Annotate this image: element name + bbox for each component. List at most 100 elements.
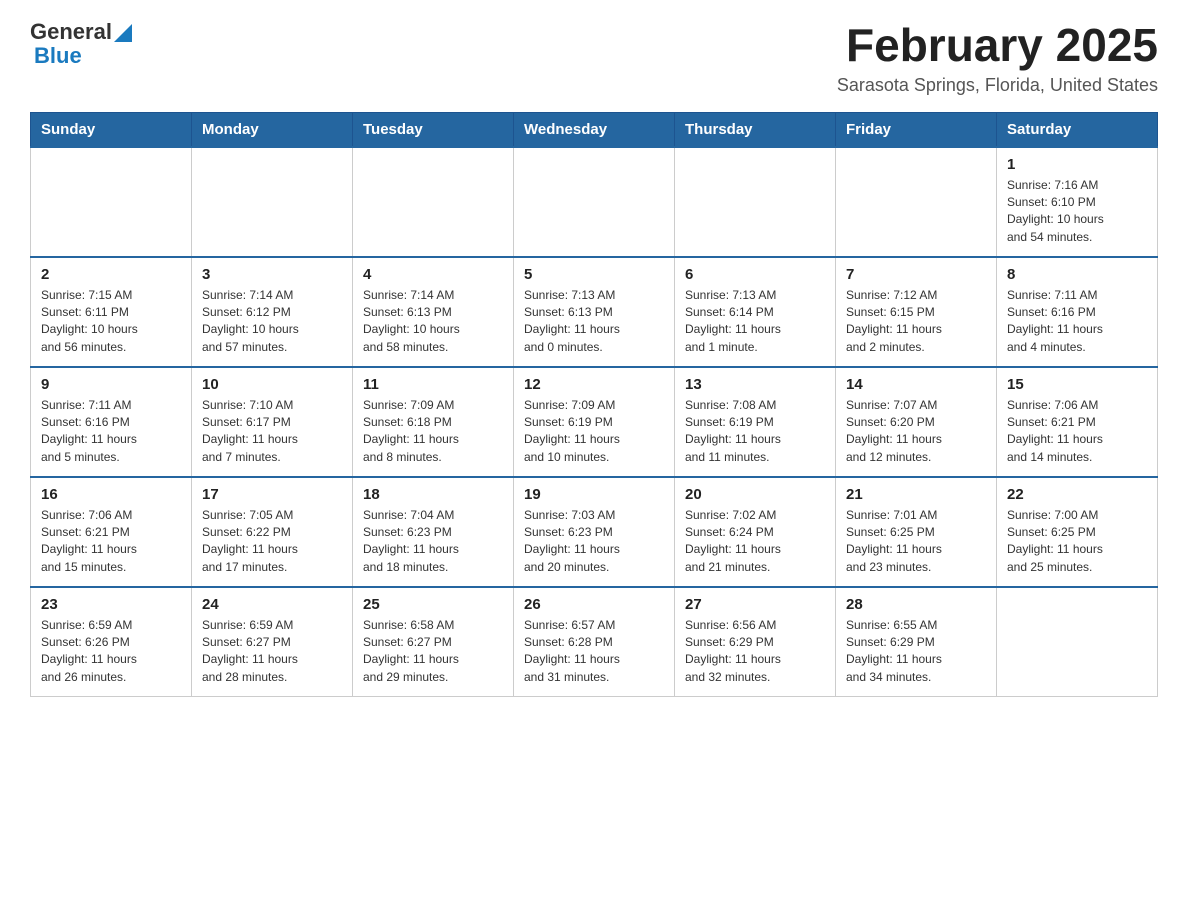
day-number: 28 xyxy=(846,596,986,613)
day-number: 9 xyxy=(41,376,181,393)
weekday-header-tuesday: Tuesday xyxy=(353,112,514,147)
logo-blue-text: Blue xyxy=(34,44,132,68)
calendar-cell: 9 Sunrise: 7:11 AM Sunset: 6:16 PM Daylig… xyxy=(31,367,192,477)
day-number: 12 xyxy=(524,376,664,393)
week-row-1: 2 Sunrise: 7:15 AM Sunset: 6:11 PM Daylig… xyxy=(31,257,1158,367)
day-info: Sunrise: 7:05 AM Sunset: 6:22 PM Dayligh… xyxy=(202,507,342,577)
calendar-cell: 25 Sunrise: 6:58 AM Sunset: 6:27 PM Dayli… xyxy=(353,587,514,697)
day-info: Sunrise: 7:12 AM Sunset: 6:15 PM Dayligh… xyxy=(846,287,986,357)
day-info: Sunrise: 7:07 AM Sunset: 6:20 PM Dayligh… xyxy=(846,397,986,467)
calendar-cell: 15 Sunrise: 7:06 AM Sunset: 6:21 PM Dayli… xyxy=(997,367,1158,477)
weekday-header-saturday: Saturday xyxy=(997,112,1158,147)
day-info: Sunrise: 6:56 AM Sunset: 6:29 PM Dayligh… xyxy=(685,617,825,687)
day-number: 4 xyxy=(363,266,503,283)
weekday-header-thursday: Thursday xyxy=(675,112,836,147)
calendar-cell: 27 Sunrise: 6:56 AM Sunset: 6:29 PM Dayli… xyxy=(675,587,836,697)
day-number: 1 xyxy=(1007,156,1147,173)
day-number: 15 xyxy=(1007,376,1147,393)
calendar-cell xyxy=(997,587,1158,697)
week-row-3: 16 Sunrise: 7:06 AM Sunset: 6:21 PM Dayli… xyxy=(31,477,1158,587)
day-info: Sunrise: 6:58 AM Sunset: 6:27 PM Dayligh… xyxy=(363,617,503,687)
calendar-cell: 7 Sunrise: 7:12 AM Sunset: 6:15 PM Daylig… xyxy=(836,257,997,367)
calendar-cell xyxy=(514,147,675,257)
calendar-cell: 4 Sunrise: 7:14 AM Sunset: 6:13 PM Daylig… xyxy=(353,257,514,367)
calendar-cell: 23Sunrise: 6:59 AM Sunset: 6:26 PM Dayli… xyxy=(31,587,192,697)
day-info: Sunrise: 7:11 AM Sunset: 6:16 PM Dayligh… xyxy=(41,397,181,467)
day-info: Sunrise: 7:06 AM Sunset: 6:21 PM Dayligh… xyxy=(1007,397,1147,467)
day-info: Sunrise: 7:08 AM Sunset: 6:19 PM Dayligh… xyxy=(685,397,825,467)
day-number: 16 xyxy=(41,486,181,503)
weekday-header-friday: Friday xyxy=(836,112,997,147)
calendar-cell: 22Sunrise: 7:00 AM Sunset: 6:25 PM Dayli… xyxy=(997,477,1158,587)
day-info: Sunrise: 7:06 AM Sunset: 6:21 PM Dayligh… xyxy=(41,507,181,577)
logo-general-text: General xyxy=(30,20,112,44)
day-info: Sunrise: 7:16 AM Sunset: 6:10 PM Dayligh… xyxy=(1007,177,1147,247)
calendar-cell: 12 Sunrise: 7:09 AM Sunset: 6:19 PM Dayli… xyxy=(514,367,675,477)
title-area: February 2025 Sarasota Springs, Florida,… xyxy=(837,20,1158,96)
day-info: Sunrise: 7:04 AM Sunset: 6:23 PM Dayligh… xyxy=(363,507,503,577)
day-info: Sunrise: 7:09 AM Sunset: 6:18 PM Dayligh… xyxy=(363,397,503,467)
calendar-cell: 17 Sunrise: 7:05 AM Sunset: 6:22 PM Dayli… xyxy=(192,477,353,587)
calendar-cell: 24 Sunrise: 6:59 AM Sunset: 6:27 PM Dayli… xyxy=(192,587,353,697)
day-number: 8 xyxy=(1007,266,1147,283)
day-number: 27 xyxy=(685,596,825,613)
day-info: Sunrise: 7:02 AM Sunset: 6:24 PM Dayligh… xyxy=(685,507,825,577)
day-number: 18 xyxy=(363,486,503,503)
weekday-header-row: SundayMondayTuesdayWednesdayThursdayFrid… xyxy=(31,112,1158,147)
day-number: 20 xyxy=(685,486,825,503)
day-number: 26 xyxy=(524,596,664,613)
day-number: 14 xyxy=(846,376,986,393)
calendar-cell xyxy=(353,147,514,257)
day-number: 25 xyxy=(363,596,503,613)
day-info: Sunrise: 7:09 AM Sunset: 6:19 PM Dayligh… xyxy=(524,397,664,467)
calendar-cell: 19 Sunrise: 7:03 AM Sunset: 6:23 PM Dayli… xyxy=(514,477,675,587)
calendar-cell: 13 Sunrise: 7:08 AM Sunset: 6:19 PM Dayli… xyxy=(675,367,836,477)
calendar-cell: 18 Sunrise: 7:04 AM Sunset: 6:23 PM Dayli… xyxy=(353,477,514,587)
calendar-cell xyxy=(675,147,836,257)
day-info: Sunrise: 7:03 AM Sunset: 6:23 PM Dayligh… xyxy=(524,507,664,577)
calendar-cell xyxy=(192,147,353,257)
day-number: 2 xyxy=(41,266,181,283)
calendar-cell: 20 Sunrise: 7:02 AM Sunset: 6:24 PM Dayli… xyxy=(675,477,836,587)
weekday-header-sunday: Sunday xyxy=(31,112,192,147)
calendar-cell: 28Sunrise: 6:55 AM Sunset: 6:29 PM Dayli… xyxy=(836,587,997,697)
day-number: 21 xyxy=(846,486,986,503)
calendar-cell: 3Sunrise: 7:14 AM Sunset: 6:12 PM Daylig… xyxy=(192,257,353,367)
day-info: Sunrise: 7:10 AM Sunset: 6:17 PM Dayligh… xyxy=(202,397,342,467)
day-info: Sunrise: 7:13 AM Sunset: 6:14 PM Dayligh… xyxy=(685,287,825,357)
day-info: Sunrise: 7:11 AM Sunset: 6:16 PM Dayligh… xyxy=(1007,287,1147,357)
calendar-cell: 6 Sunrise: 7:13 AM Sunset: 6:14 PM Daylig… xyxy=(675,257,836,367)
page-header: General Blue February 2025 Sarasota Spri… xyxy=(30,20,1158,96)
day-info: Sunrise: 7:00 AM Sunset: 6:25 PM Dayligh… xyxy=(1007,507,1147,577)
day-info: Sunrise: 7:14 AM Sunset: 6:13 PM Dayligh… xyxy=(363,287,503,357)
day-number: 19 xyxy=(524,486,664,503)
day-number: 17 xyxy=(202,486,342,503)
day-number: 10 xyxy=(202,376,342,393)
calendar-cell xyxy=(836,147,997,257)
calendar-cell: 11Sunrise: 7:09 AM Sunset: 6:18 PM Dayli… xyxy=(353,367,514,477)
day-info: Sunrise: 6:59 AM Sunset: 6:27 PM Dayligh… xyxy=(202,617,342,687)
logo-triangle-icon xyxy=(114,24,132,42)
calendar-cell: 10 Sunrise: 7:10 AM Sunset: 6:17 PM Dayli… xyxy=(192,367,353,477)
weekday-header-wednesday: Wednesday xyxy=(514,112,675,147)
calendar-cell: 8 Sunrise: 7:11 AM Sunset: 6:16 PM Daylig… xyxy=(997,257,1158,367)
calendar-cell: 2 Sunrise: 7:15 AM Sunset: 6:11 PM Daylig… xyxy=(31,257,192,367)
day-info: Sunrise: 6:57 AM Sunset: 6:28 PM Dayligh… xyxy=(524,617,664,687)
location-subtitle: Sarasota Springs, Florida, United States xyxy=(837,75,1158,96)
week-row-2: 9 Sunrise: 7:11 AM Sunset: 6:16 PM Daylig… xyxy=(31,367,1158,477)
calendar-cell xyxy=(31,147,192,257)
calendar-cell: 16 Sunrise: 7:06 AM Sunset: 6:21 PM Dayli… xyxy=(31,477,192,587)
day-number: 24 xyxy=(202,596,342,613)
day-info: Sunrise: 7:01 AM Sunset: 6:25 PM Dayligh… xyxy=(846,507,986,577)
calendar-cell: 21 Sunrise: 7:01 AM Sunset: 6:25 PM Dayli… xyxy=(836,477,997,587)
calendar-cell: 5Sunrise: 7:13 AM Sunset: 6:13 PM Daylig… xyxy=(514,257,675,367)
day-number: 23 xyxy=(41,596,181,613)
day-number: 7 xyxy=(846,266,986,283)
day-info: Sunrise: 7:13 AM Sunset: 6:13 PM Dayligh… xyxy=(524,287,664,357)
day-info: Sunrise: 7:15 AM Sunset: 6:11 PM Dayligh… xyxy=(41,287,181,357)
week-row-4: 23Sunrise: 6:59 AM Sunset: 6:26 PM Dayli… xyxy=(31,587,1158,697)
day-number: 13 xyxy=(685,376,825,393)
day-info: Sunrise: 7:14 AM Sunset: 6:12 PM Dayligh… xyxy=(202,287,342,357)
logo: General Blue xyxy=(30,20,132,68)
day-number: 6 xyxy=(685,266,825,283)
